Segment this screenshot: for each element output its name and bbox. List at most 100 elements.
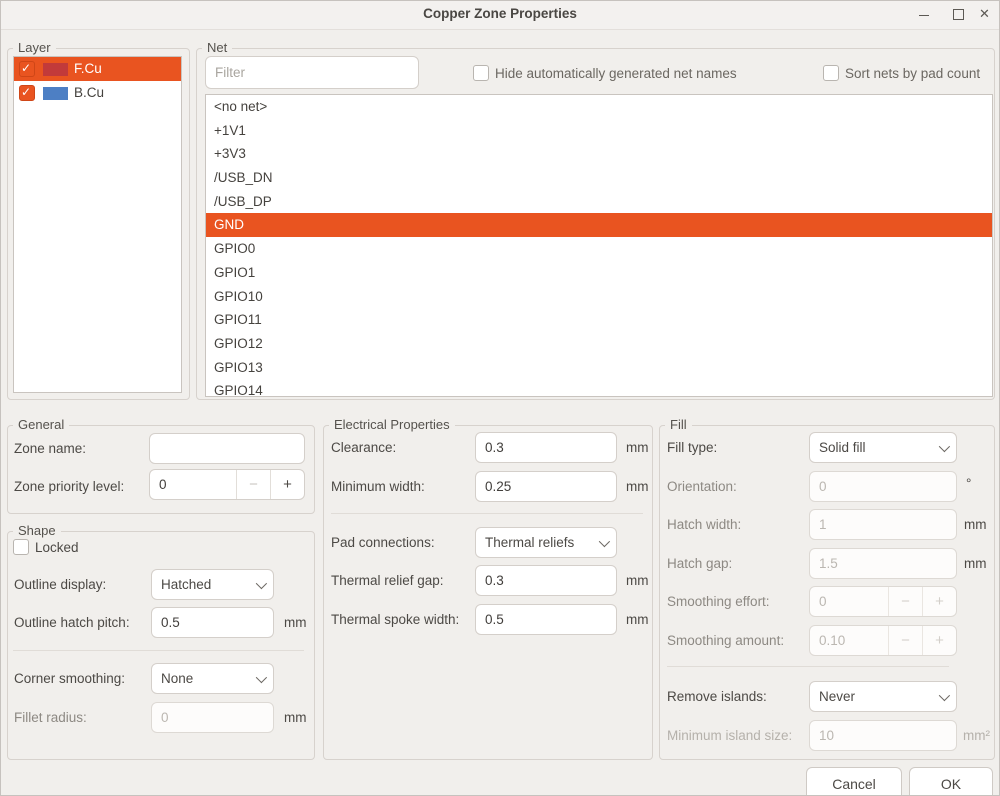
net-group-label: Net (202, 40, 232, 55)
increment-button: + (922, 587, 956, 616)
fill-hatch-gap-input (809, 548, 957, 579)
fill-type-label: Fill type: (667, 440, 717, 455)
chevron-down-icon (256, 671, 267, 682)
decrement-button: − (888, 587, 922, 616)
fill-hatch-gap-label: Hatch gap: (667, 556, 732, 571)
hide-net-names-checkbox[interactable] (473, 65, 489, 81)
remove-islands-select[interactable]: Never (809, 681, 957, 712)
corner-smoothing-select[interactable]: None (151, 663, 274, 694)
fillet-radius-unit: mm (284, 710, 307, 725)
net-list-item[interactable]: GPIO1 (206, 261, 992, 285)
layer-row-fcu[interactable]: ✓ F.Cu (14, 57, 181, 81)
fill-hatch-gap-unit: mm (964, 556, 987, 571)
net-list-item-selected[interactable]: GND (206, 213, 992, 237)
min-width-input[interactable] (475, 471, 617, 502)
outline-display-select[interactable]: Hatched (151, 569, 274, 600)
pad-connections-value: Thermal reliefs (485, 535, 595, 550)
min-width-label: Minimum width: (331, 479, 425, 494)
net-list-item[interactable]: GPIO0 (206, 237, 992, 261)
zone-name-input[interactable] (149, 433, 305, 464)
layer-fcu-checkbox[interactable]: ✓ (19, 61, 35, 77)
layer-row-bcu[interactable]: ✓ B.Cu (14, 81, 181, 105)
net-list-item[interactable]: GPIO12 (206, 332, 992, 356)
smoothing-amount-spinner: − + (809, 625, 957, 656)
layer-name: B.Cu (74, 85, 104, 100)
outline-display-label: Outline display: (14, 577, 106, 592)
net-list[interactable]: <no net> +1V1 +3V3 /USB_DN /USB_DP GND G… (205, 94, 993, 397)
net-list-item[interactable]: +1V1 (206, 119, 992, 143)
hatch-pitch-input[interactable] (151, 607, 274, 638)
layer-name: F.Cu (74, 61, 102, 76)
layer-bcu-checkbox[interactable]: ✓ (19, 85, 35, 101)
fill-separator (667, 666, 949, 667)
minimize-icon (919, 15, 929, 16)
net-list-item[interactable]: <no net> (206, 95, 992, 119)
net-list-item[interactable]: GPIO11 (206, 308, 992, 332)
net-list-item[interactable]: GPIO14 (206, 379, 992, 397)
copper-zone-properties-dialog: Copper Zone Properties ✕ Layer ✓ F.Cu ✓ … (0, 0, 1000, 796)
sort-nets-label: Sort nets by pad count (845, 66, 980, 81)
smoothing-effort-spinner: − + (809, 586, 957, 617)
remove-islands-value: Never (819, 689, 935, 704)
maximize-button[interactable] (945, 1, 971, 28)
locked-label: Locked (35, 540, 79, 555)
general-group-label: General (13, 417, 69, 432)
min-width-unit: mm (626, 479, 649, 494)
fill-type-select[interactable]: Solid fill (809, 432, 957, 463)
zone-priority-label: Zone priority level: (14, 479, 124, 494)
clearance-label: Clearance: (331, 440, 396, 455)
net-list-item[interactable]: GPIO10 (206, 285, 992, 309)
chevron-down-icon (599, 535, 610, 546)
net-list-item[interactable]: +3V3 (206, 142, 992, 166)
orientation-unit: ° (966, 476, 971, 491)
fill-hatch-width-input (809, 509, 957, 540)
maximize-icon (953, 9, 964, 20)
minimize-button[interactable] (911, 1, 937, 28)
layer-bcu-color-swatch (43, 87, 68, 100)
chevron-down-icon (256, 577, 267, 588)
close-button[interactable]: ✕ (973, 1, 999, 28)
outline-display-value: Hatched (161, 577, 252, 592)
increment-button[interactable]: + (270, 470, 304, 499)
zone-priority-input[interactable] (150, 470, 236, 499)
title-bar[interactable]: Copper Zone Properties ✕ (1, 1, 999, 30)
net-filter-input[interactable] (205, 56, 419, 89)
pad-connections-select[interactable]: Thermal reliefs (475, 527, 617, 558)
decrement-button[interactable]: − (236, 470, 270, 499)
shape-group-label: Shape (13, 523, 61, 538)
net-list-item[interactable]: /USB_DP (206, 190, 992, 214)
fillet-radius-label: Fillet radius: (14, 710, 87, 725)
cancel-button[interactable]: Cancel (806, 767, 902, 796)
ok-button[interactable]: OK (909, 767, 993, 796)
window-title: Copper Zone Properties (1, 6, 999, 21)
fill-group-label: Fill (665, 417, 692, 432)
orientation-label: Orientation: (667, 479, 737, 494)
net-list-item[interactable]: /USB_DN (206, 166, 992, 190)
electrical-group-label: Electrical Properties (329, 417, 455, 432)
decrement-button: − (888, 626, 922, 655)
thermal-gap-input[interactable] (475, 565, 617, 596)
clearance-input[interactable] (475, 432, 617, 463)
sort-nets-checkbox[interactable] (823, 65, 839, 81)
layer-list[interactable]: ✓ F.Cu ✓ B.Cu (13, 56, 182, 393)
thermal-spoke-unit: mm (626, 612, 649, 627)
shape-separator (13, 650, 304, 651)
close-icon: ✕ (979, 6, 990, 22)
pad-connections-label: Pad connections: (331, 535, 435, 550)
fill-type-value: Solid fill (819, 440, 935, 455)
smoothing-amount-label: Smoothing amount: (667, 633, 784, 648)
corner-smoothing-value: None (161, 671, 252, 686)
min-island-size-label: Minimum island size: (667, 728, 792, 743)
thermal-spoke-input[interactable] (475, 604, 617, 635)
hatch-pitch-unit: mm (284, 615, 307, 630)
thermal-spoke-label: Thermal spoke width: (331, 612, 459, 627)
smoothing-amount-input (810, 626, 888, 655)
locked-checkbox[interactable] (13, 539, 29, 555)
fill-hatch-width-label: Hatch width: (667, 517, 741, 532)
clearance-unit: mm (626, 440, 649, 455)
layer-fcu-color-swatch (43, 63, 68, 76)
thermal-gap-label: Thermal relief gap: (331, 573, 444, 588)
net-list-item[interactable]: GPIO13 (206, 356, 992, 380)
check-icon: ✓ (21, 61, 31, 75)
zone-name-label: Zone name: (14, 441, 86, 456)
